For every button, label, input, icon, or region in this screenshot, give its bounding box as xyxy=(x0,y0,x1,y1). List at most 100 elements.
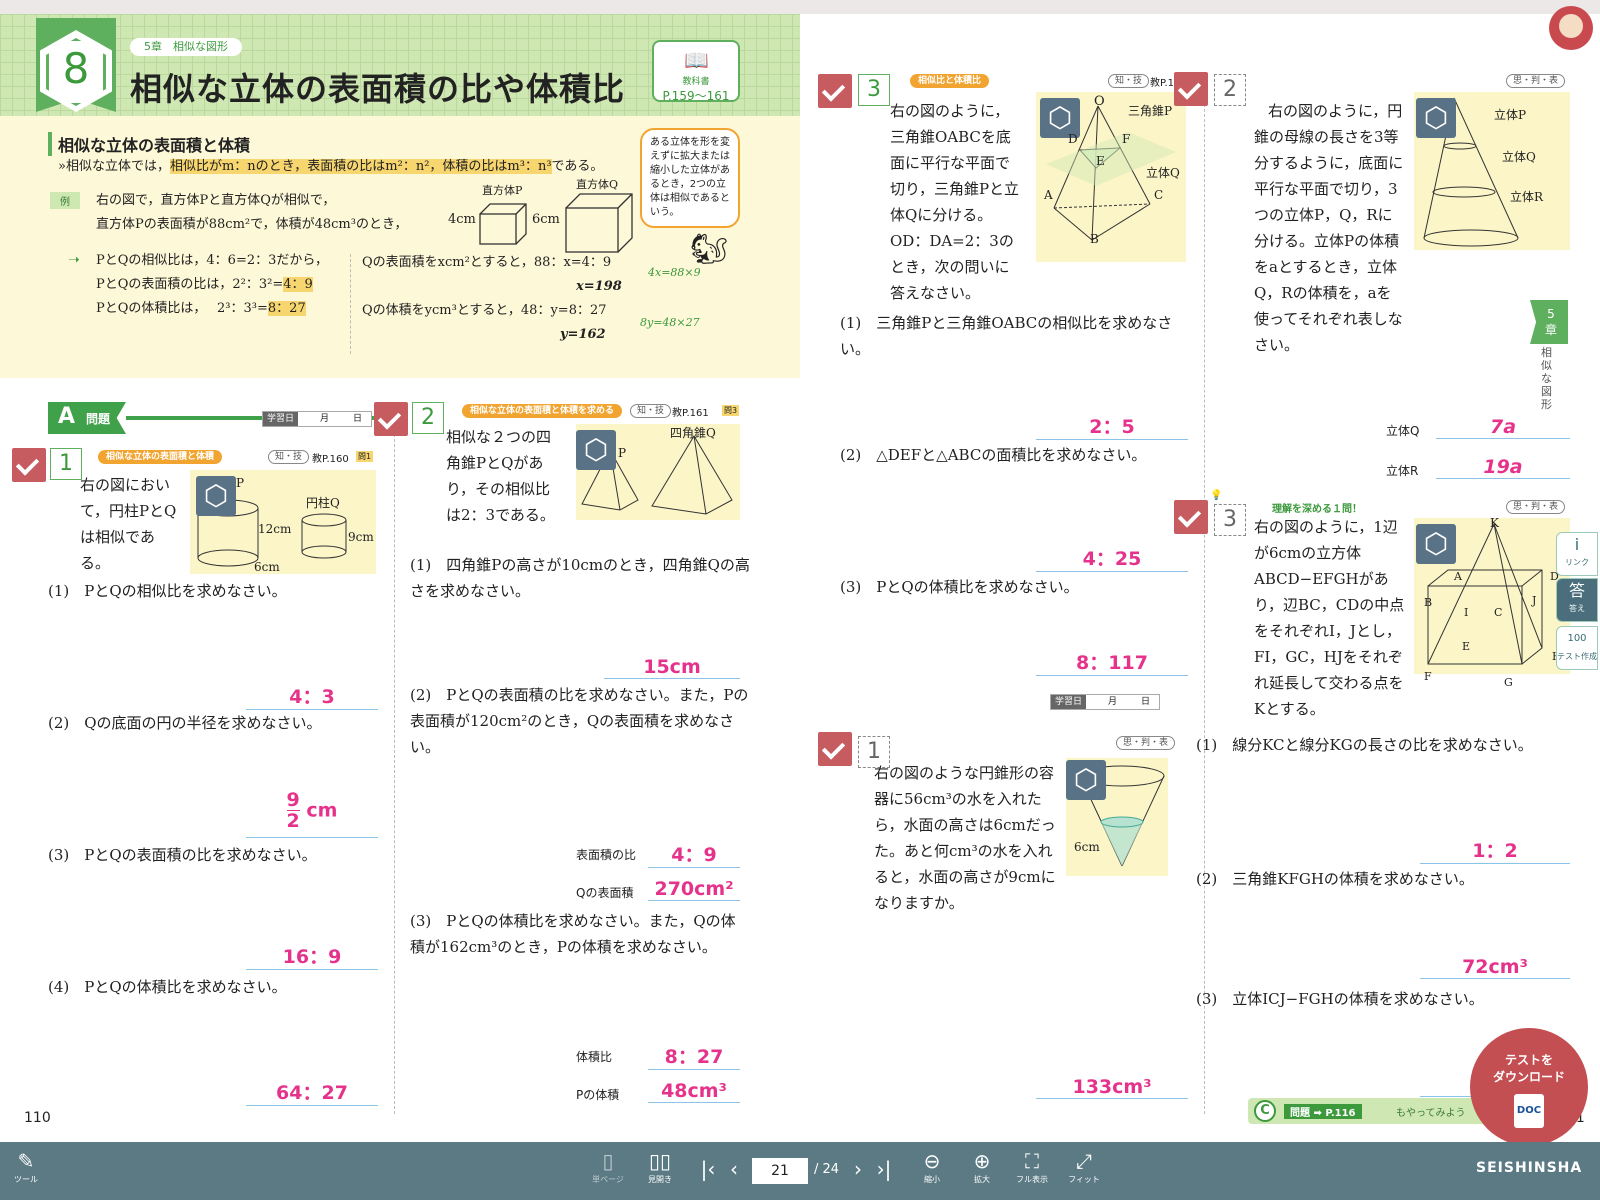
page-input[interactable]: 21 xyxy=(752,1158,808,1184)
c-text: 問題 ➡ P.116 xyxy=(1284,1104,1362,1119)
q-a2-ans2a: 4：9 xyxy=(648,840,740,868)
total-pages: / 24 xyxy=(814,1162,840,1177)
date-label: 学習日 xyxy=(1051,695,1087,709)
example-badge: 例 xyxy=(50,192,80,209)
fig-a: A xyxy=(1454,570,1462,583)
fig-b: B xyxy=(1090,232,1099,246)
test-create-tool[interactable]: 100 テスト作成 xyxy=(1556,626,1598,670)
last-page-button[interactable]: ›| xyxy=(872,1156,896,1182)
check-r3[interactable] xyxy=(1174,500,1208,534)
textbook-pages: P.159〜161 xyxy=(662,89,730,103)
zoom-out-button[interactable]: ⊖ 縮小 xyxy=(912,1148,952,1185)
fig-b: B xyxy=(1424,596,1433,609)
side-tab-num: 5 xyxy=(1547,307,1555,321)
single-page-button[interactable]: ▯ 単ページ xyxy=(588,1148,628,1185)
fig-q-label: 円柱Q xyxy=(306,496,340,510)
divider xyxy=(350,254,351,354)
link-tool[interactable]: i リンク xyxy=(1556,532,1598,576)
tool-label: ツール xyxy=(14,1175,38,1184)
fig-p: 三角錐P xyxy=(1128,104,1173,118)
q-a2-ans1: 15cm xyxy=(604,656,740,679)
c-letter: C xyxy=(1254,1100,1276,1122)
day: 日 xyxy=(1141,697,1151,707)
zoom-in-button[interactable]: ⊕ 拡大 xyxy=(962,1148,1002,1185)
q-a1-sub4: (4) PとQの体積比を求めなさい。 xyxy=(48,978,287,996)
3d-model-icon[interactable] xyxy=(1416,524,1456,564)
box-q-size: 6cm xyxy=(532,212,560,227)
3d-model-icon[interactable] xyxy=(576,430,616,470)
right-page: 3 相似比と体積比 知・技 教P.16 右の図のように，三角錐OABCを底面に平… xyxy=(800,14,1600,1142)
prev-page-button[interactable]: ‹ xyxy=(722,1156,746,1182)
next-page-button[interactable]: › xyxy=(846,1156,870,1182)
q-a2-text: 相似な２つの四角錐PとQがあり，その相似比は2：3である。 xyxy=(446,428,555,524)
q-a2-ans2a-label: 表面積の比 xyxy=(576,848,637,862)
answer-icon: 答 xyxy=(1568,581,1585,600)
q-a1-tag: 相似な立体の表面積と体積 xyxy=(98,450,223,464)
right-line2: Qの体積をycm³とすると，48：y=8：27 xyxy=(362,303,607,318)
check-a1[interactable] xyxy=(12,448,46,482)
textbook-label: 教科書 xyxy=(682,77,710,87)
fig-o: O xyxy=(1094,94,1105,109)
ans2-unit: cm xyxy=(306,799,338,822)
fig-f: F xyxy=(1424,670,1432,683)
q-a2-num: 2 xyxy=(412,402,444,434)
doc-icon: DOC xyxy=(1514,1094,1544,1128)
fit-icon: ⤢ xyxy=(1076,1149,1092,1173)
bottom-toolbar: ✎ ツール ▯ 単ページ ▯▯ 見開き |‹ ‹ 21 / 24 › ›| ⊖ 縮小 ⊕… xyxy=(0,1142,1600,1200)
prev-icon: ‹ xyxy=(730,1157,738,1181)
page-number-left: 110 xyxy=(24,1110,51,1126)
section-b-letter: B xyxy=(850,688,867,713)
fig-i: I xyxy=(1464,606,1469,619)
tool-menu-button[interactable]: ✎ ツール xyxy=(6,1148,46,1185)
full-view-button[interactable]: ⛶ フル表示 xyxy=(1012,1148,1052,1185)
q-b1-skill: 思・判・表 xyxy=(1116,736,1176,750)
q-a2-sub1: (1) 四角錐Pの高さが10cmのとき，四角錐Qの高さを求めなさい。 xyxy=(410,556,750,600)
download-test-button[interactable]: テストを ダウンロード DOC xyxy=(1470,1028,1588,1146)
q-r2-text-content: 右の図のように，円錐の母線の長さを3等分するように，底面に平行な平面で切り，3つ… xyxy=(1254,102,1404,354)
right-line2-ans: y=162 xyxy=(560,327,606,342)
check-r2[interactable] xyxy=(1174,72,1208,106)
q-r2-skill: 思・判・表 xyxy=(1506,74,1566,88)
fig-q: 立体Q xyxy=(1502,150,1536,164)
avatar[interactable] xyxy=(1549,6,1593,50)
q-r2-ansq: 7a xyxy=(1436,416,1570,439)
section-b-date[interactable]: 学習日 月 日 xyxy=(1050,694,1160,710)
left-line3-pre: PとQの体積比は， 2³：3³= xyxy=(96,301,268,316)
rule-area: 表面積の比はm²：n²， xyxy=(307,159,443,174)
q-b1-ans: 133cm³ xyxy=(1036,1076,1188,1099)
q-a1-ans1: 4：3 xyxy=(246,682,378,710)
fig-j: J xyxy=(1532,594,1537,607)
3d-model-icon[interactable] xyxy=(1416,98,1456,138)
c-problem-link[interactable]: C 問題 ➡ P.116 もやってみよう xyxy=(1248,1098,1508,1124)
fig-a: A xyxy=(1044,188,1053,202)
first-page-button[interactable]: |‹ xyxy=(696,1156,720,1182)
page-title: 相似な立体の表面積の比や体積比 xyxy=(130,70,626,108)
answer-tool[interactable]: 答答え xyxy=(1556,578,1598,622)
q-b1-text: 右の図のような円錐形の容器に56cm³の水を入れたら，水面の高さは6cmだった。… xyxy=(874,764,1056,912)
3d-model-icon[interactable] xyxy=(1066,760,1106,800)
check-a3[interactable] xyxy=(818,74,852,108)
fig-d: D xyxy=(1068,132,1078,146)
section-a-letter: A xyxy=(58,404,76,429)
check-b1[interactable] xyxy=(818,732,852,766)
spread-button[interactable]: ▯▯ 見開き xyxy=(640,1148,680,1185)
textbook-ref: 📖 教科書 P.159〜161 xyxy=(652,40,740,103)
section-b-label: 問題 xyxy=(878,696,903,710)
q-a1-ref2: 問1 xyxy=(356,451,374,462)
summary-title: 相似な立体の表面積と体積 xyxy=(48,132,250,156)
chapter-number: 8 xyxy=(62,44,90,93)
fig-c: C xyxy=(1494,606,1503,619)
download-line2: ダウンロード xyxy=(1492,1070,1565,1084)
check-a2[interactable] xyxy=(374,402,408,436)
fig-q: 立体Q xyxy=(1146,166,1180,180)
q-r3-ans2: 72cm³ xyxy=(1420,956,1570,979)
q-a3-text: 右の図のように，三角錐OABCを底面に平行な平面で切り，三角錐Pと立体Qに分ける… xyxy=(890,102,1020,302)
q-r3-text: 右の図のように，1辺が6cmの立方体ABCD−EFGHがあり，辺BC，CDの中点… xyxy=(1254,518,1405,718)
q-r3-num: 3 xyxy=(1214,504,1246,536)
fit-button[interactable]: ⤢ フィット xyxy=(1064,1148,1104,1185)
fig-p: 立体P xyxy=(1494,108,1527,122)
3d-model-icon[interactable] xyxy=(196,476,236,516)
zoom-out-label: 縮小 xyxy=(924,1175,940,1184)
q-a3-ans3: 8：117 xyxy=(1036,648,1188,676)
section-a-date[interactable]: 学習日 月 日 xyxy=(262,411,372,427)
